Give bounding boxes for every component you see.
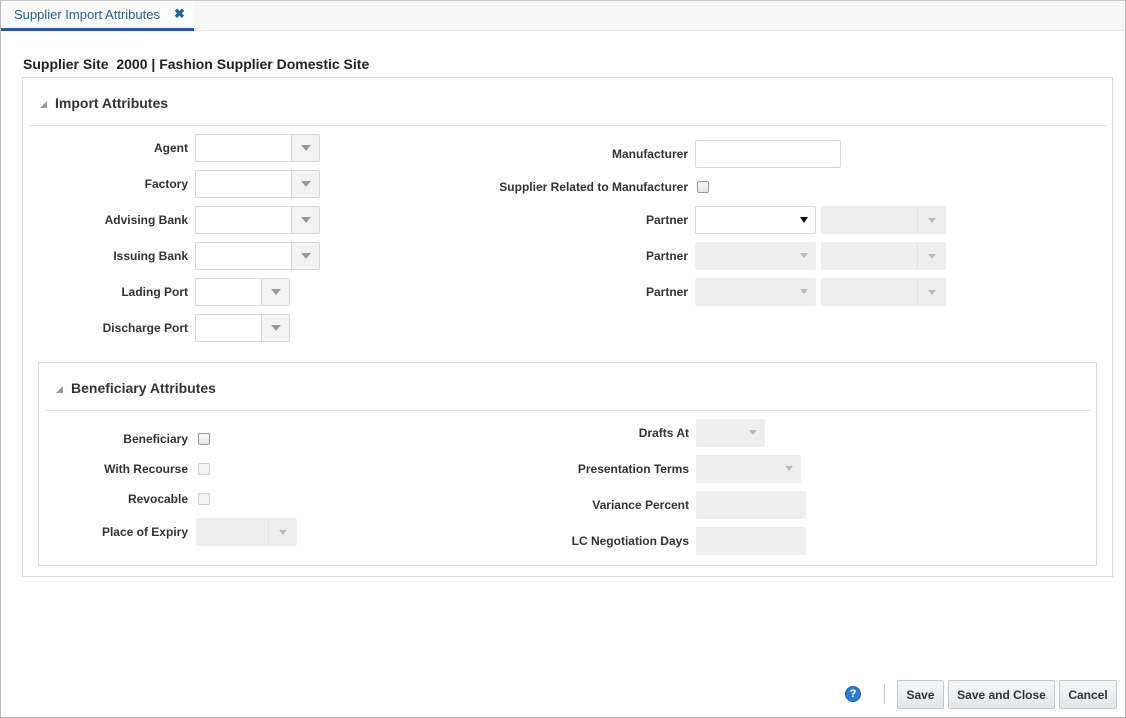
partner-combobox-2 <box>821 242 946 270</box>
tab-label[interactable]: Supplier Import Attributes <box>14 7 160 22</box>
collapse-triangle-icon[interactable] <box>56 385 63 393</box>
advising-bank-combobox[interactable] <box>195 206 320 234</box>
variance-percent-label: Variance Percent <box>592 498 689 512</box>
agent-label: Agent <box>154 141 188 155</box>
lading-port-label: Lading Port <box>121 285 188 299</box>
issuing-bank-combobox[interactable] <box>195 242 320 270</box>
partner-combobox-1 <box>821 206 946 234</box>
help-icon[interactable]: ? <box>845 686 861 702</box>
agent-combobox[interactable] <box>195 134 320 162</box>
place-of-expiry-label: Place of Expiry <box>101 525 188 539</box>
section-title: Import Attributes <box>55 95 169 111</box>
discharge-port-label: Discharge Port <box>102 321 188 335</box>
import-attributes-header[interactable]: Import Attributes <box>40 95 168 111</box>
with-recourse-label: With Recourse <box>104 462 188 476</box>
drafts-at-select <box>696 419 765 447</box>
section-divider <box>45 410 1091 411</box>
discharge-port-dropdown-button[interactable] <box>261 315 289 341</box>
lc-negotiation-days-label: LC Negotiation Days <box>571 534 689 548</box>
caret-down-icon <box>800 253 808 258</box>
partner-dropdown-button-3 <box>917 279 945 305</box>
agent-dropdown-button[interactable] <box>291 135 319 161</box>
variance-percent-input <box>696 491 806 519</box>
chevron-down-icon <box>300 181 311 187</box>
chevron-down-icon <box>270 289 281 295</box>
caret-down-icon <box>749 430 757 435</box>
issuing-bank-dropdown-button[interactable] <box>291 243 319 269</box>
chevron-down-icon <box>300 145 311 151</box>
page-title: Supplier Site 2000 | Fashion Supplier Do… <box>23 56 370 72</box>
chevron-down-icon <box>300 217 311 223</box>
revocable-label: Revocable <box>127 492 188 506</box>
manufacturer-input[interactable] <box>695 140 841 168</box>
partner-label-1: Partner <box>645 213 688 227</box>
tab-supplier-import-attributes[interactable]: Supplier Import Attributes ✖ <box>1 1 194 31</box>
partner-type-select-1[interactable] <box>695 206 816 234</box>
supplier-related-label: Supplier Related to Manufacturer <box>499 180 688 194</box>
chevron-down-icon <box>270 325 281 331</box>
section-divider <box>29 125 1107 126</box>
factory-label: Factory <box>144 177 188 191</box>
place-of-expiry-dropdown-button <box>268 519 296 545</box>
chevron-down-icon <box>927 289 936 295</box>
with-recourse-checkbox <box>198 463 210 475</box>
tab-bar: Supplier Import Attributes ✖ <box>1 1 1125 31</box>
save-and-close-button[interactable]: Save and Close <box>948 680 1055 709</box>
presentation-terms-select <box>696 455 801 483</box>
partner-dropdown-button-1 <box>917 207 945 233</box>
save-button[interactable]: Save <box>897 680 944 709</box>
drafts-at-label: Drafts At <box>638 426 689 440</box>
partner-type-select-2 <box>695 242 816 270</box>
beneficiary-label: Beneficiary <box>123 432 188 446</box>
beneficiary-checkbox[interactable] <box>198 433 210 445</box>
section-title: Beneficiary Attributes <box>71 380 216 396</box>
presentation-terms-label: Presentation Terms <box>577 462 689 476</box>
advising-bank-label: Advising Bank <box>104 213 188 227</box>
manufacturer-label: Manufacturer <box>611 147 688 161</box>
chevron-down-icon <box>927 217 936 223</box>
beneficiary-attributes-header[interactable]: Beneficiary Attributes <box>56 380 216 396</box>
collapse-triangle-icon[interactable] <box>40 100 47 108</box>
partner-type-select-3 <box>695 278 816 306</box>
partner-label-3: Partner <box>645 285 688 299</box>
partner-label-2: Partner <box>645 249 688 263</box>
chevron-down-icon <box>278 529 287 535</box>
factory-dropdown-button[interactable] <box>291 171 319 197</box>
partner-combobox-3 <box>821 278 946 306</box>
issuing-bank-label: Issuing Bank <box>113 249 188 263</box>
lading-port-dropdown-button[interactable] <box>261 279 289 305</box>
place-of-expiry-combobox <box>196 518 297 546</box>
revocable-checkbox <box>198 493 210 505</box>
caret-down-icon <box>800 217 808 223</box>
discharge-port-combobox[interactable] <box>195 314 290 342</box>
caret-down-icon <box>800 289 808 294</box>
caret-down-icon <box>785 466 793 471</box>
factory-combobox[interactable] <box>195 170 320 198</box>
chevron-down-icon <box>927 253 936 259</box>
advising-bank-dropdown-button[interactable] <box>291 207 319 233</box>
supplier-related-checkbox[interactable] <box>697 181 709 193</box>
partner-dropdown-button-2 <box>917 243 945 269</box>
close-tab-icon[interactable]: ✖ <box>174 6 185 22</box>
lc-negotiation-days-input <box>696 527 806 555</box>
footer-separator <box>884 684 885 704</box>
cancel-button[interactable]: Cancel <box>1059 680 1117 709</box>
lading-port-combobox[interactable] <box>195 278 290 306</box>
chevron-down-icon <box>300 253 311 259</box>
